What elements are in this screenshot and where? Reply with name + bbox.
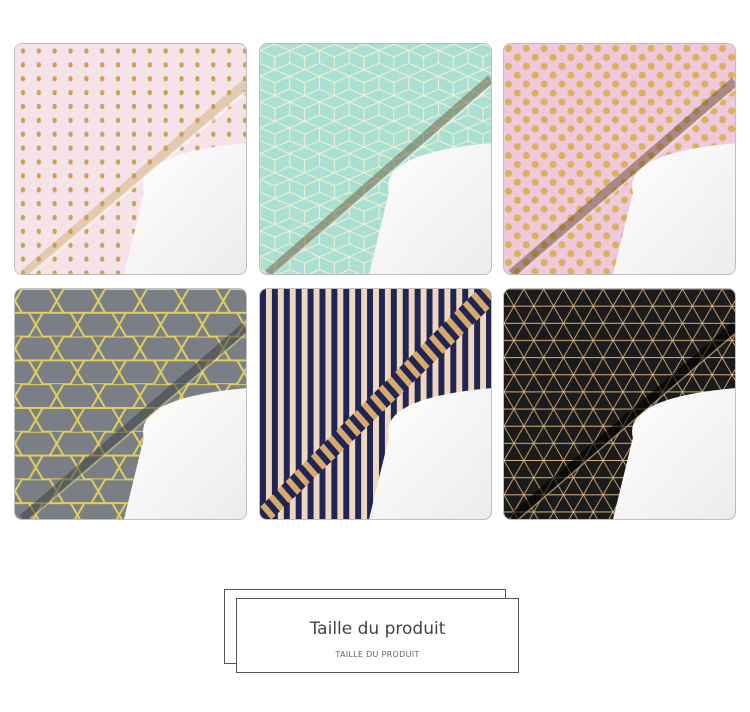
- wrapping-paper-image: [504, 289, 735, 519]
- product-tile-gold-polka-dots-pink[interactable]: [503, 43, 736, 275]
- product-tile-gold-triangles-black[interactable]: [503, 288, 736, 520]
- wrapping-paper-image: [15, 289, 246, 519]
- product-tile-gold-stripes-navy[interactable]: [259, 288, 492, 520]
- product-tile-gold-hexagons-grey[interactable]: [14, 288, 247, 520]
- wrapping-paper-image: [15, 44, 246, 274]
- product-tile-gold-dots-light-pink[interactable]: [14, 43, 247, 275]
- wrapping-paper-image: [260, 289, 491, 519]
- wrapping-paper-image: [504, 44, 735, 274]
- product-tile-gold-cubes-mint[interactable]: [259, 43, 492, 275]
- section-title: Taille du produit: [309, 619, 446, 639]
- product-grid: [14, 43, 736, 521]
- title-card: Taille du produit TAILLE DU PRODUIT: [236, 598, 519, 673]
- section-subtitle: TAILLE DU PRODUIT: [335, 650, 420, 659]
- wrapping-paper-image: [260, 44, 491, 274]
